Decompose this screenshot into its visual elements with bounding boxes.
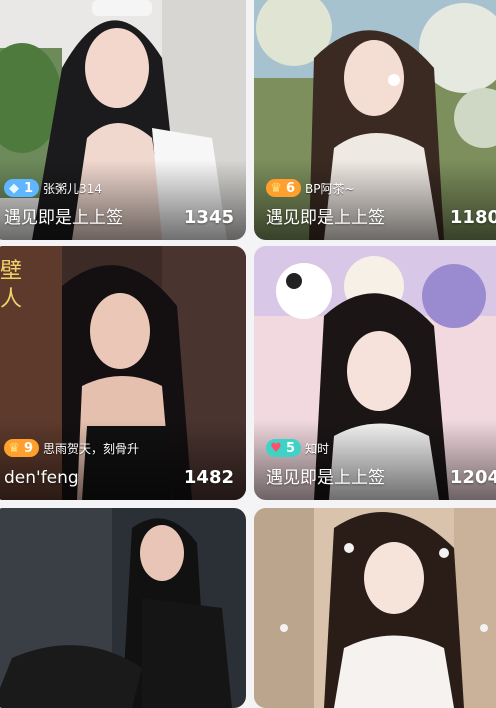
heart-icon: ♥	[270, 440, 282, 456]
level-badge: ◆ 1	[4, 179, 40, 197]
stream-card[interactable]: ♛ 6 BP阿茶~ 遇见即是上上签 1180	[254, 0, 496, 240]
streamer-name: BP阿茶~	[305, 181, 355, 196]
user-badge: ♛ 9 思雨贺天，刻骨升	[4, 438, 139, 458]
crown-icon: ♛	[270, 180, 282, 196]
stream-title: den'feng	[4, 468, 79, 488]
diamond-icon: ◆	[9, 180, 19, 196]
viewer-count: 1180	[449, 207, 496, 228]
level-number: 9	[24, 440, 34, 456]
card-shade	[254, 420, 496, 500]
stream-thumbnail	[254, 508, 496, 708]
crown-icon: ♛	[8, 440, 20, 456]
user-badge: ◆ 1 张粥儿314	[4, 178, 102, 198]
user-badge: ♛ 6 BP阿茶~	[266, 178, 355, 198]
stream-thumbnail	[0, 508, 246, 708]
level-number: 5	[286, 440, 296, 456]
streamer-name: 知时	[305, 441, 330, 456]
stream-title: 遇见即是上上签	[266, 468, 385, 488]
live-stream-grid: ◆ 1 张粥儿314 遇见即是上上签 1345 ♛ 6 BP阿茶~ 遇见即是上上…	[0, 0, 496, 708]
user-badge: ♥ 5 知时	[266, 438, 329, 458]
level-badge: ♛ 9	[4, 439, 40, 457]
level-number: 6	[286, 180, 296, 196]
stream-card[interactable]: ◆ 1 张粥儿314 遇见即是上上签 1345	[0, 0, 246, 240]
stream-title: 遇见即是上上签	[266, 208, 385, 228]
card-shade	[0, 420, 246, 500]
card-shade	[254, 160, 496, 240]
stream-card[interactable]: ♥ 5 知时 遇见即是上上签 1204	[254, 246, 496, 500]
viewer-count: 1204	[449, 467, 496, 488]
level-badge: ♛ 6	[266, 179, 302, 197]
stream-title: 遇见即是上上签	[4, 208, 123, 228]
viewer-count: 1482	[183, 467, 234, 488]
streamer-name: 思雨贺天，刻骨升	[43, 441, 140, 456]
streamer-name: 张粥儿314	[43, 181, 102, 196]
stream-card[interactable]: 壁 人 ♛ 9 思雨贺天，刻骨升 den'feng 1482	[0, 246, 246, 500]
stream-card[interactable]	[0, 508, 246, 708]
svg-text:壁: 壁	[0, 259, 22, 284]
level-number: 1	[24, 180, 34, 196]
svg-text:人: 人	[0, 287, 22, 312]
level-badge: ♥ 5	[266, 439, 302, 457]
stream-card[interactable]	[254, 508, 496, 708]
card-shade	[0, 160, 246, 240]
viewer-count: 1345	[183, 207, 234, 228]
